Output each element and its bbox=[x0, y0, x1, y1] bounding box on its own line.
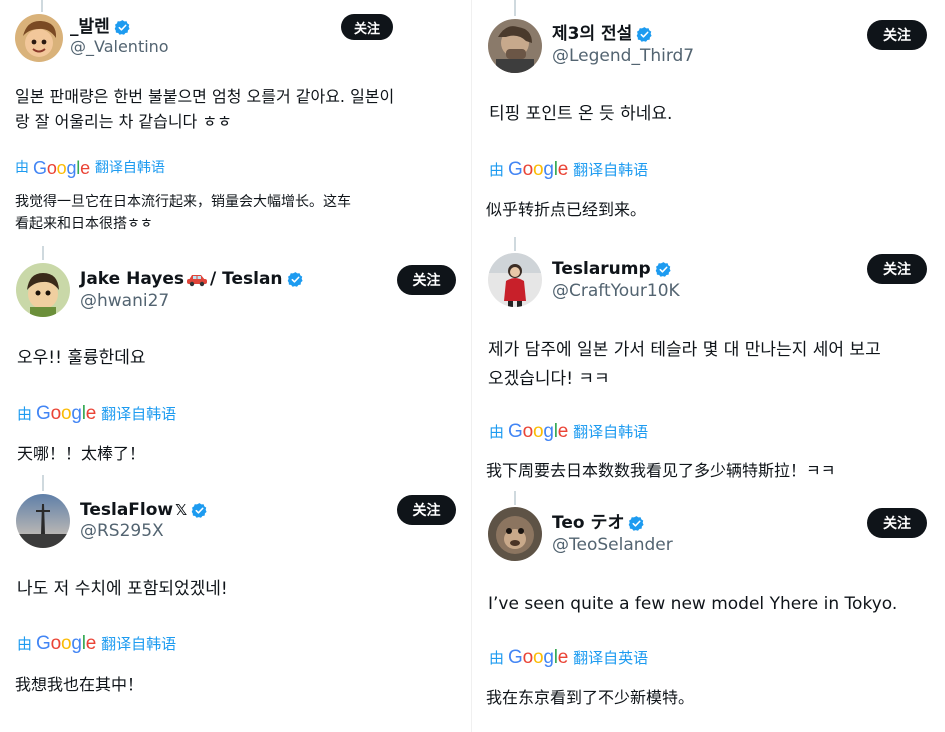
translated-by-label: 由 bbox=[489, 649, 505, 667]
avatar[interactable] bbox=[488, 253, 542, 307]
follow-button[interactable]: 关注 bbox=[867, 508, 927, 538]
translated-by-label: 由 bbox=[17, 405, 33, 423]
verified-badge-icon bbox=[287, 271, 304, 288]
translated-text: 天哪！！太棒了！ bbox=[17, 442, 145, 465]
translated-by-label: 由 bbox=[17, 635, 33, 653]
x-logo-icon: 𝕏 bbox=[175, 501, 188, 519]
translated-by-label: 由 bbox=[15, 160, 29, 176]
thread-line bbox=[514, 0, 516, 16]
translated-text-line: 我在东京看到了不少新模特。 bbox=[486, 688, 695, 707]
user-handle[interactable]: @TeoSelander bbox=[552, 535, 673, 555]
translate-link[interactable]: 翻译自韩语 bbox=[573, 422, 648, 442]
google-logo: Google bbox=[36, 403, 97, 424]
display-name[interactable]: Jake Hayes bbox=[80, 268, 184, 290]
avatar[interactable] bbox=[488, 19, 542, 73]
translated-text-line: 似乎转折点已经到来。 bbox=[486, 200, 647, 219]
translated-text: 似乎转折点已经到来。 bbox=[486, 198, 646, 221]
translated-text-line: 我觉得一旦它在日本流行起来，销量会大幅增长。这车 bbox=[15, 194, 351, 210]
thread-line bbox=[42, 475, 44, 491]
google-logo: Google bbox=[33, 158, 90, 178]
translated-by-label: 由 bbox=[489, 423, 505, 441]
google-logo: Google bbox=[508, 421, 569, 442]
verified-badge-icon bbox=[114, 19, 131, 36]
avatar[interactable] bbox=[15, 14, 63, 62]
left-column: _발렌 @_Valentino 关注 일본 판매량은 한번 불붙으면 엄청 오를… bbox=[0, 0, 472, 732]
right-column: 제3의 전설 @Legend_Third7 关注 티핑 포인트 온 듯 하네요.… bbox=[472, 0, 945, 732]
translated-text-line: 我下周要去日本数数我看见了多少辆特斯拉！ㅋㅋ bbox=[486, 461, 836, 480]
translate-row: 由 Google 翻译自韩语 bbox=[17, 634, 176, 654]
translate-link[interactable]: 翻译自韩语 bbox=[101, 404, 176, 424]
translated-text: 我想我也在其中！ bbox=[15, 673, 143, 696]
user-handle[interactable]: @Legend_Third7 bbox=[552, 46, 694, 66]
display-name[interactable]: 제3의 전설 bbox=[552, 23, 632, 45]
verified-badge-icon bbox=[655, 261, 672, 278]
display-name[interactable]: _발렌 bbox=[70, 16, 110, 38]
google-logo: Google bbox=[508, 647, 569, 668]
avatar[interactable] bbox=[16, 263, 70, 317]
tweet-text-line: 오겠습니다! ㅋㅋ bbox=[488, 369, 610, 389]
tweet-text-line: 일본 판매량은 한번 불붙으면 엄청 오를거 같아요. 일본이 bbox=[15, 87, 395, 106]
verified-badge-icon bbox=[628, 515, 645, 532]
user-handle[interactable]: @CraftYour10K bbox=[552, 281, 680, 301]
tweet-text-line: 나도 저 수치에 포함되었겠네! bbox=[17, 579, 228, 599]
follow-button[interactable]: 关注 bbox=[867, 20, 927, 50]
translate-link[interactable]: 翻译自韩语 bbox=[95, 158, 165, 178]
translate-row: 由 Google 翻译自韩语 bbox=[15, 158, 165, 178]
thread-line bbox=[514, 491, 516, 505]
translated-text: 我觉得一旦它在日本流行起来，销量会大幅增长。这车 看起来和日本很搭ㅎㅎ bbox=[15, 191, 351, 235]
user-handle[interactable]: @_Valentino bbox=[70, 37, 169, 57]
tweet-text-line: 제가 담주에 일본 가서 테슬라 몇 대 만나는지 세어 보고 bbox=[488, 340, 881, 360]
follow-button[interactable]: 关注 bbox=[867, 254, 927, 284]
google-logo: Google bbox=[508, 159, 569, 180]
thread-line bbox=[41, 0, 43, 12]
tweet-text-line: 티핑 포인트 온 듯 하네요. bbox=[489, 104, 673, 124]
translated-text-line: 看起来和日本很搭ㅎㅎ bbox=[15, 216, 153, 232]
thread-line bbox=[42, 246, 44, 260]
tweet-text-line: 랑 잘 어울리는 차 같습니다 ㅎㅎ bbox=[15, 112, 232, 131]
thread-line bbox=[514, 237, 516, 251]
translated-text: 我下周要去日本数数我看见了多少辆特斯拉！ㅋㅋ bbox=[486, 459, 835, 482]
tweet-text: 제가 담주에 일본 가서 테슬라 몇 대 만나는지 세어 보고 오겠습니다! ㅋ… bbox=[488, 336, 881, 394]
tweet-text: 일본 판매량은 한번 불붙으면 엄청 오를거 같아요. 일본이 랑 잘 어울리는… bbox=[15, 84, 394, 134]
tweet-text: 나도 저 수치에 포함되었겠네! bbox=[17, 576, 228, 603]
translated-by-label: 由 bbox=[489, 161, 505, 179]
translated-text: 我在东京看到了不少新模特。 bbox=[486, 686, 694, 709]
user-handle[interactable]: @RS295X bbox=[80, 521, 164, 541]
translate-row: 由 Google 翻译自韩语 bbox=[489, 422, 648, 442]
verified-badge-icon bbox=[636, 26, 653, 43]
translate-row: 由 Google 翻译自英语 bbox=[489, 648, 648, 668]
follow-button[interactable]: 关注 bbox=[341, 14, 393, 40]
tweet-text: I’ve seen quite a few new model Yhere in… bbox=[488, 591, 897, 618]
display-name[interactable]: Teslarump bbox=[552, 258, 651, 280]
tweet-text: 티핑 포인트 온 듯 하네요. bbox=[489, 101, 672, 128]
display-name[interactable]: Teo テオ bbox=[552, 512, 624, 534]
car-emoji-icon bbox=[186, 271, 208, 287]
translated-text-line: 我想我也在其中！ bbox=[15, 675, 144, 694]
avatar[interactable] bbox=[16, 494, 70, 548]
avatar[interactable] bbox=[488, 507, 542, 561]
translate-link[interactable]: 翻译自英语 bbox=[573, 648, 648, 668]
tweet-text-line: 오우!! 훌륭한데요 bbox=[17, 348, 146, 368]
tweet-text-line: I’ve seen quite a few new model Yhere in… bbox=[488, 594, 898, 614]
display-name[interactable]: TeslaFlow bbox=[80, 499, 173, 521]
translate-link[interactable]: 翻译自韩语 bbox=[101, 634, 176, 654]
follow-button[interactable]: 关注 bbox=[397, 495, 456, 525]
translate-link[interactable]: 翻译自韩语 bbox=[573, 160, 648, 180]
verified-badge-icon bbox=[191, 502, 208, 519]
display-name-suffix[interactable]: / Teslan bbox=[210, 268, 283, 290]
tweet-text: 오우!! 훌륭한데요 bbox=[17, 345, 146, 372]
follow-button[interactable]: 关注 bbox=[397, 265, 456, 295]
translate-row: 由 Google 翻译自韩语 bbox=[17, 404, 176, 424]
user-handle[interactable]: @hwani27 bbox=[80, 291, 169, 311]
google-logo: Google bbox=[36, 633, 97, 654]
translate-row: 由 Google 翻译自韩语 bbox=[489, 160, 648, 180]
translated-text-line: 天哪！！太棒了！ bbox=[17, 444, 146, 463]
